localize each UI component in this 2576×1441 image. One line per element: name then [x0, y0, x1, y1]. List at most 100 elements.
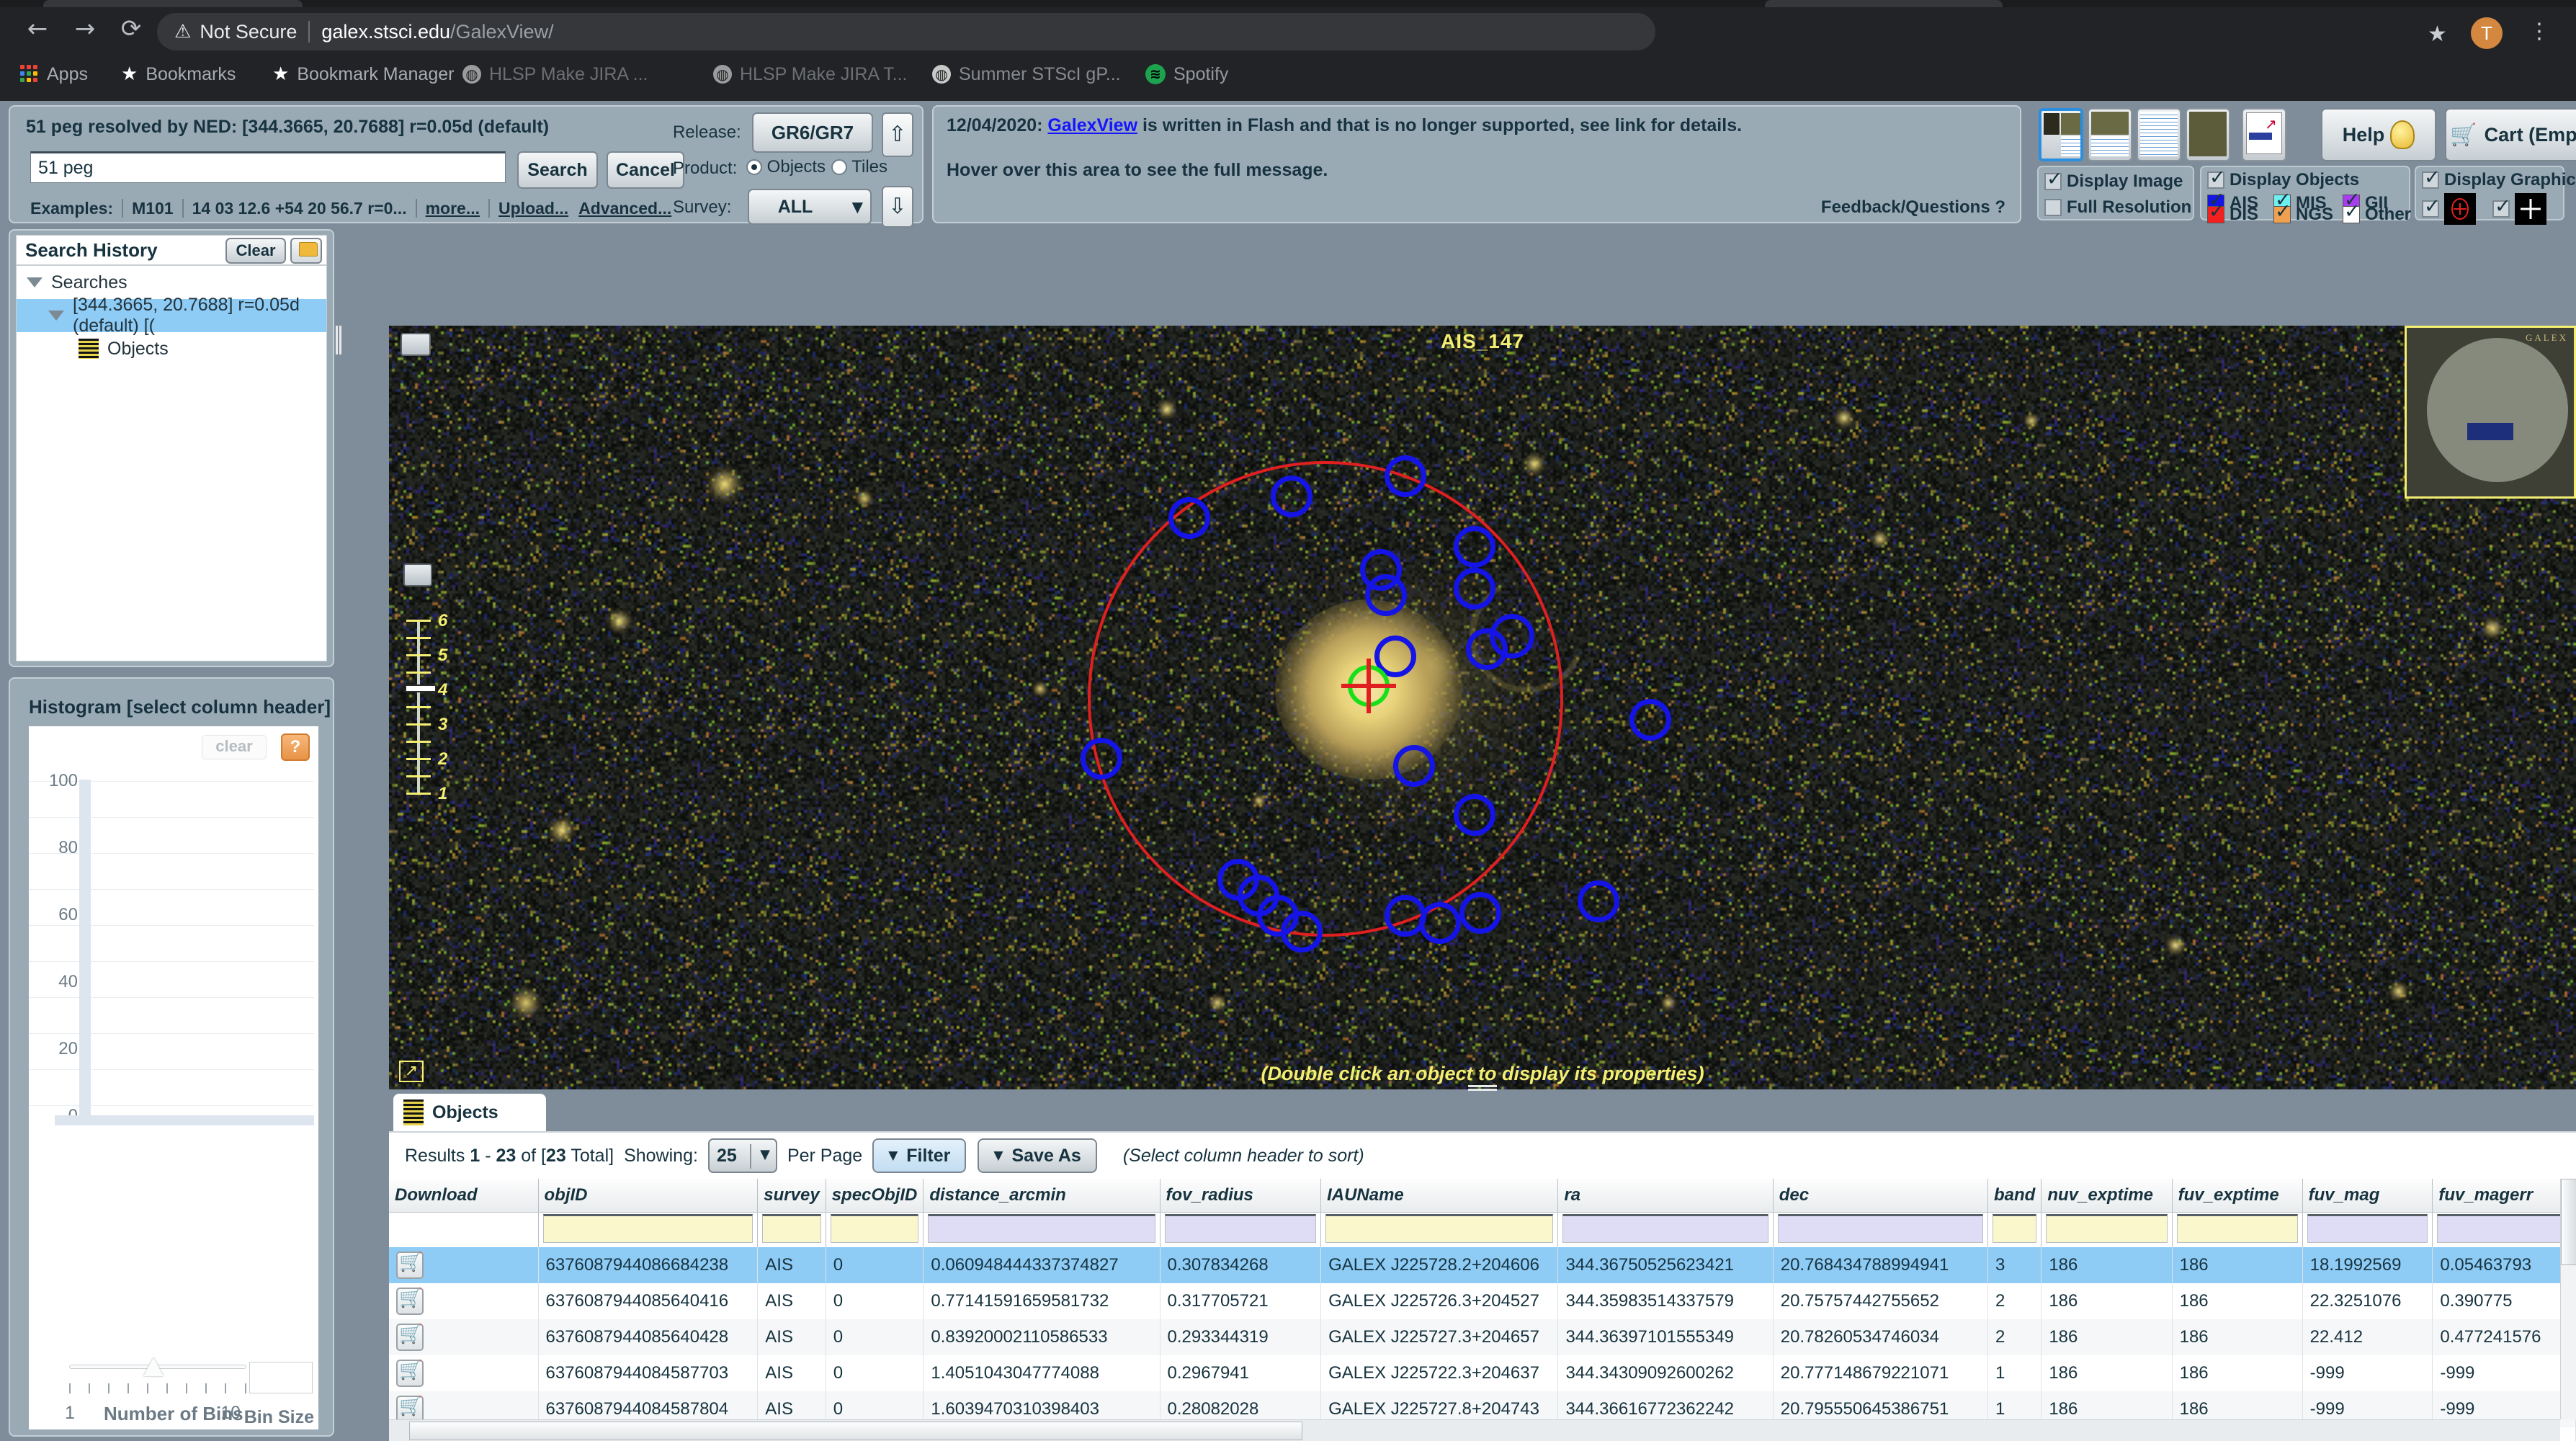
object-marker[interactable]	[1419, 902, 1461, 944]
column-header-fuv_exptime[interactable]: fuv_exptime	[2172, 1179, 2303, 1213]
filter-input[interactable]	[2176, 1213, 2298, 1243]
filter-cell-fuv_mag[interactable]	[2302, 1212, 2433, 1247]
filter-button[interactable]: ▼ Filter	[872, 1138, 967, 1173]
filter-cell-ra[interactable]	[1557, 1212, 1774, 1247]
filter-input[interactable]	[830, 1213, 919, 1243]
scrollbar-thumb[interactable]	[2561, 1179, 2576, 1265]
help-button[interactable]: Help	[2321, 108, 2436, 161]
open-folder-icon[interactable]	[290, 238, 322, 264]
graphics-circle-toggle[interactable]	[2422, 193, 2476, 225]
object-marker[interactable]	[1578, 880, 1619, 922]
object-marker[interactable]	[1454, 568, 1495, 610]
per-page-select[interactable]: 25 ▼	[707, 1138, 777, 1173]
view-mode-image-table-icon[interactable]	[2088, 108, 2132, 161]
cart-button[interactable]: 🛒 Cart (Empty)	[2445, 108, 2576, 161]
object-marker[interactable]	[1393, 745, 1435, 787]
add-to-cart-icon[interactable]	[396, 1251, 424, 1279]
object-marker[interactable]	[1466, 628, 1508, 670]
reload-icon[interactable]: ⟳	[115, 17, 147, 43]
vertical-splitter[interactable]	[336, 326, 344, 1089]
radio-objects[interactable]: Objects	[746, 157, 826, 177]
filter-cell-iauname[interactable]	[1320, 1212, 1559, 1247]
filter-cell-objid[interactable]	[538, 1212, 759, 1247]
filter-input[interactable]	[1164, 1213, 1317, 1243]
add-to-cart-icon[interactable]	[396, 1359, 424, 1387]
object-marker[interactable]	[1385, 455, 1426, 497]
bookmark-bookmarks[interactable]: ★ Bookmarks	[121, 62, 236, 86]
bookmark-bookmark-manager[interactable]: ★ Bookmark Manager	[272, 62, 454, 86]
add-to-cart-icon[interactable]	[396, 1395, 424, 1423]
object-marker[interactable]	[1459, 892, 1501, 934]
column-header-band[interactable]: band	[1987, 1179, 2042, 1213]
back-icon[interactable]: ←	[22, 17, 53, 43]
display-objects-checkbox[interactable]: Display Objects	[2207, 166, 2359, 190]
bookmark-spotify[interactable]: ≋ Spotify	[1145, 62, 1228, 86]
tree-node-objects[interactable]: Objects	[17, 332, 326, 365]
survey-select[interactable]: ALL ▼	[748, 189, 872, 225]
example-coords[interactable]: 14 03 12.6 +54 20 56.7 r=0...	[192, 199, 407, 218]
filter-cell-band[interactable]	[1987, 1212, 2042, 1247]
filter-cell-fuv_exptime[interactable]	[2172, 1212, 2303, 1247]
filter-cell-download[interactable]	[389, 1212, 539, 1247]
filter-input[interactable]	[1992, 1213, 2037, 1243]
feedback-link[interactable]: Feedback/Questions ?	[1821, 197, 2005, 218]
column-header-fov_radius[interactable]: fov_radius	[1160, 1179, 1322, 1213]
table-horizontal-scrollbar[interactable]	[389, 1419, 2560, 1441]
clear-history-button[interactable]: Clear	[225, 238, 286, 264]
zoom-slider-handle[interactable]	[405, 684, 437, 692]
filter-cell-specobjid[interactable]	[826, 1212, 924, 1247]
histogram-help-button[interactable]: ?	[281, 733, 310, 761]
table-row[interactable]: 6376087944086684238AIS00.060948444337374…	[389, 1246, 2576, 1283]
filter-cell-fov_radius[interactable]	[1160, 1212, 1322, 1247]
table-row[interactable]: 6376087944085640416AIS00.771415916595817…	[389, 1282, 2576, 1319]
upload-link[interactable]: Upload...	[498, 199, 568, 218]
column-header-nuv_exptime[interactable]: nuv_exptime	[2041, 1179, 2173, 1213]
view-mode-split-icon[interactable]	[2039, 108, 2083, 161]
column-header-objid[interactable]: objID	[538, 1179, 759, 1213]
column-header-survey[interactable]: survey	[757, 1179, 826, 1213]
view-mode-popout-icon[interactable]: ↗	[2242, 108, 2286, 161]
address-bar[interactable]: ⚠ Not Secure galex.stsci.edu/GalexView/	[157, 13, 1655, 50]
release-button[interactable]: GR6/GR7	[752, 112, 873, 153]
graphics-crosshair-toggle[interactable]	[2492, 193, 2546, 225]
column-header-fuv_magerr[interactable]: fuv_magerr	[2432, 1179, 2576, 1213]
object-marker[interactable]	[1365, 574, 1407, 616]
tree-node-query[interactable]: [344.3665, 20.7688] r=0.05d (default) [(	[17, 295, 326, 336]
fit-to-window-icon[interactable]	[403, 563, 432, 586]
object-marker[interactable]	[1168, 497, 1210, 539]
minimap-viewport-box[interactable]	[2467, 423, 2513, 440]
radio-tiles[interactable]: Tiles	[831, 157, 887, 177]
bookmark-hlsp-jira-1[interactable]: ◍ HLSP Make JIRA ...	[462, 62, 648, 86]
save-as-button[interactable]: ▼ Save As	[978, 1138, 1097, 1173]
avatar[interactable]: T	[2471, 17, 2503, 49]
object-marker[interactable]	[1454, 794, 1495, 836]
minimap-thumbnail[interactable]: GALEX	[2405, 326, 2576, 499]
object-marker[interactable]	[1081, 738, 1122, 780]
scroll-up-button[interactable]: ⇧	[882, 112, 913, 157]
bookmark-summer-stsci[interactable]: ◍ Summer STScI gP...	[932, 62, 1121, 86]
filter-input[interactable]	[2437, 1213, 2571, 1243]
object-marker[interactable]	[1281, 911, 1323, 953]
advanced-link[interactable]: Advanced...	[578, 199, 671, 218]
display-image-checkbox[interactable]: Display Image	[2044, 168, 2183, 192]
column-header-ra[interactable]: ra	[1557, 1179, 1774, 1213]
galexview-link[interactable]: GalexView	[1047, 115, 1137, 135]
bin-size-input[interactable]	[249, 1362, 313, 1393]
table-vertical-scrollbar[interactable]	[2560, 1179, 2576, 1419]
column-header-specobjid[interactable]: specObjID	[826, 1179, 924, 1213]
column-header-distance_arcmin[interactable]: distance_arcmin	[923, 1179, 1160, 1213]
object-marker[interactable]	[1629, 699, 1671, 741]
horizontal-splitter[interactable]	[1468, 1085, 1497, 1094]
filter-cell-dec[interactable]	[1773, 1212, 1988, 1247]
filter-input[interactable]	[2046, 1213, 2168, 1243]
histogram-clear-button[interactable]: clear	[202, 735, 267, 759]
table-row[interactable]: 6376087944085640428AIS00.839200021105865…	[389, 1319, 2576, 1355]
filter-cell-survey[interactable]	[757, 1212, 826, 1247]
sky-image-viewer[interactable]: AIS_147 (Double click an object to displ…	[389, 326, 2576, 1089]
table-header-row[interactable]: Download objID survey specObjID distance_arc…	[389, 1179, 2576, 1213]
example-m101[interactable]: M101	[132, 199, 174, 218]
display-graphics-checkbox[interactable]: Display Graphics	[2422, 166, 2576, 190]
survey-checkbox-other[interactable]: Other	[2343, 200, 2411, 225]
column-header-fuv_mag[interactable]: fuv_mag	[2302, 1179, 2433, 1213]
filter-input[interactable]	[762, 1213, 821, 1243]
